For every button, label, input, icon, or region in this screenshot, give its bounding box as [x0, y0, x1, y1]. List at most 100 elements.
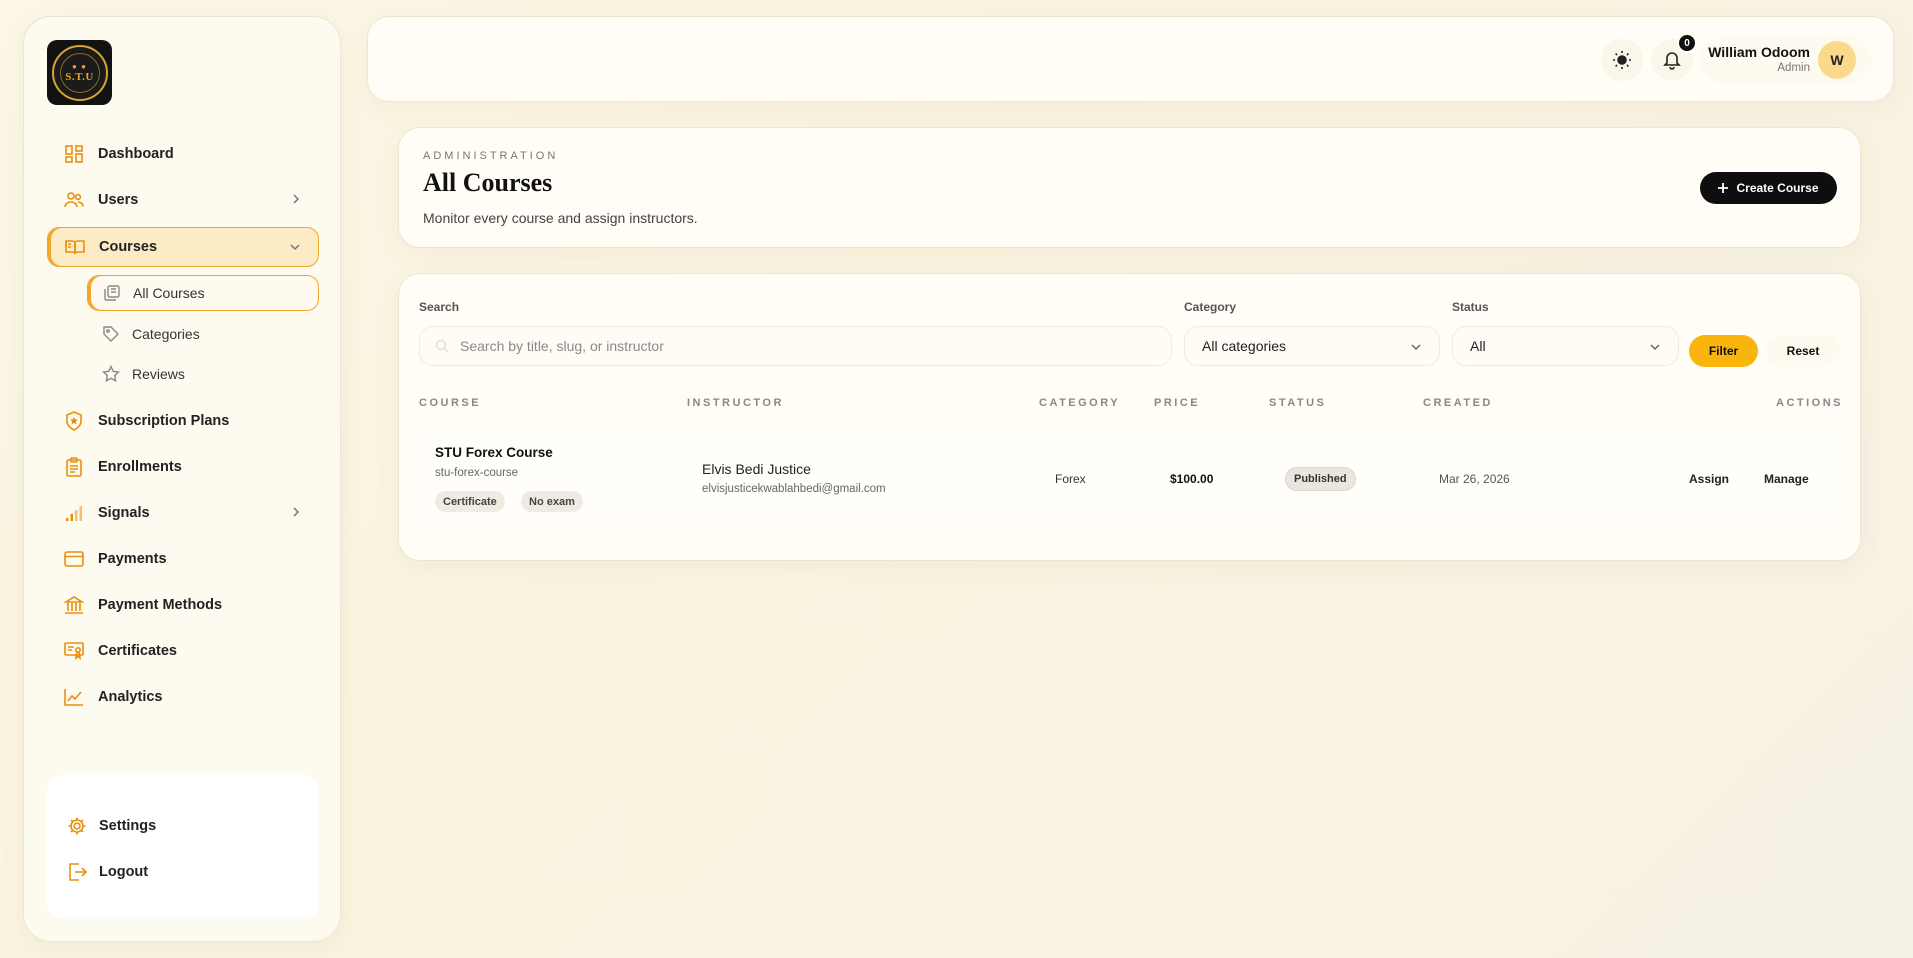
sidebar-item-label: Payment Methods	[98, 597, 223, 613]
sidebar-subitem-label: All Courses	[133, 285, 205, 301]
chevron-down-icon	[1411, 344, 1421, 351]
instructor-name: Elvis Bedi Justice	[702, 461, 811, 477]
chevron-right-icon	[293, 507, 300, 517]
page-eyebrow: ADMINISTRATION	[423, 150, 559, 162]
reset-button[interactable]: Reset	[1766, 335, 1840, 367]
dashboard-icon	[64, 144, 84, 164]
tag-icon	[102, 325, 120, 343]
stu-logo[interactable]: ● ● S.T.U	[47, 40, 112, 105]
sidebar-item-label: Certificates	[98, 643, 177, 659]
status-label: Status	[1452, 300, 1489, 314]
search-input[interactable]: Search by title, slug, or instructor	[419, 326, 1172, 366]
user-menu[interactable]: William Odoom Admin W	[1700, 37, 1872, 83]
course-category: Forex	[1055, 472, 1086, 486]
chart-line-icon	[64, 687, 84, 707]
instructor-email: elvisjusticekwablahbedi@gmail.com	[702, 483, 886, 495]
user-role: Admin	[1777, 62, 1810, 74]
course-title[interactable]: STU Forex Course	[435, 445, 553, 460]
column-header-instructor[interactable]: INSTRUCTOR	[687, 397, 784, 409]
create-course-label: Create Course	[1736, 181, 1819, 195]
search-icon	[434, 338, 450, 354]
column-header-price[interactable]: PRICE	[1154, 397, 1200, 409]
course-price: $100.00	[1170, 472, 1214, 486]
bank-icon	[64, 595, 84, 615]
copy-icon	[103, 284, 121, 302]
status-select[interactable]: All	[1452, 326, 1679, 366]
column-header-course[interactable]: COURSE	[419, 397, 481, 409]
page-header: ADMINISTRATION All Courses Monitor every…	[398, 127, 1861, 248]
sidebar-subitem-reviews[interactable]: Reviews	[87, 356, 319, 392]
sidebar-item-label: Analytics	[98, 689, 163, 705]
sidebar-item-users[interactable]: Users	[47, 180, 319, 220]
filter-button[interactable]: Filter	[1689, 335, 1758, 367]
plus-icon	[1718, 183, 1729, 193]
course-created-date: Mar 26, 2026	[1439, 472, 1510, 486]
settings-label: Settings	[99, 818, 157, 834]
sidebar-item-payments[interactable]: Payments	[47, 539, 319, 579]
sidebar-item-payment-methods[interactable]: Payment Methods	[47, 585, 319, 625]
course-slug: stu-forex-course	[435, 467, 519, 479]
courses-panel: Search Search by title, slug, or instruc…	[398, 273, 1861, 561]
status-badge: Published	[1285, 467, 1356, 491]
logout-button[interactable]: Logout	[67, 860, 148, 884]
manage-button[interactable]: Manage	[1764, 472, 1809, 486]
no-exam-chip: No exam	[521, 491, 583, 512]
chevron-down-icon	[1650, 344, 1660, 351]
column-header-actions: ACTIONS	[1776, 397, 1843, 409]
top-bar: 0 William Odoom Admin W	[367, 16, 1894, 102]
credit-card-icon	[64, 549, 84, 569]
notifications-button[interactable]: 0	[1651, 33, 1697, 81]
sun-icon	[1613, 51, 1631, 69]
user-name: William Odoom	[1708, 44, 1810, 60]
sidebar-item-signals[interactable]: Signals	[47, 493, 319, 533]
sidebar-subitem-label: Categories	[132, 326, 200, 342]
chevron-right-icon	[293, 194, 300, 204]
page-subtitle: Monitor every course and assign instruct…	[423, 210, 698, 226]
column-header-created[interactable]: CREATED	[1423, 397, 1493, 409]
sidebar-subitem-all-courses[interactable]: All Courses	[87, 275, 319, 311]
assign-button[interactable]: Assign	[1689, 472, 1729, 486]
avatar: W	[1818, 41, 1856, 79]
theme-toggle-button[interactable]	[1601, 39, 1643, 81]
notification-count-badge: 0	[1677, 33, 1697, 53]
certificate-icon	[64, 641, 84, 661]
sidebar-item-enrollments[interactable]: Enrollments	[47, 447, 319, 487]
create-course-button[interactable]: Create Course	[1700, 172, 1837, 204]
book-icon	[65, 237, 85, 257]
sidebar-item-label: Subscription Plans	[98, 413, 230, 429]
category-label: Category	[1184, 300, 1237, 314]
chevron-down-icon	[290, 244, 300, 251]
column-header-category[interactable]: CATEGORY	[1039, 397, 1120, 409]
search-label: Search	[419, 300, 460, 314]
logout-icon	[67, 862, 87, 882]
sidebar-subitem-categories[interactable]: Categories	[87, 316, 319, 352]
sidebar-item-label: Users	[98, 192, 139, 208]
clipboard-icon	[64, 457, 84, 477]
shield-star-icon	[64, 411, 84, 431]
gear-icon	[67, 816, 87, 836]
star-icon	[102, 365, 120, 383]
page-title: All Courses	[423, 168, 553, 197]
sidebar-item-label: Signals	[98, 505, 150, 521]
sidebar-item-label: Enrollments	[98, 459, 182, 475]
sidebar-item-label: Payments	[98, 551, 167, 567]
table-row: STU Forex Course stu-forex-course Certif…	[419, 431, 1840, 526]
status-selected-value: All	[1470, 338, 1486, 354]
sidebar-item-analytics[interactable]: Analytics	[47, 677, 319, 717]
settings-button[interactable]: Settings	[67, 814, 156, 838]
sidebar-item-certificates[interactable]: Certificates	[47, 631, 319, 671]
sidebar-item-label: Courses	[99, 239, 158, 255]
sidebar-bottom-panel	[47, 775, 319, 919]
category-select[interactable]: All categories	[1184, 326, 1440, 366]
sidebar-item-dashboard[interactable]: Dashboard	[47, 134, 319, 174]
sidebar-item-label: Dashboard	[98, 146, 174, 162]
sidebar-item-courses[interactable]: Courses	[47, 227, 319, 267]
signal-bars-icon	[64, 503, 84, 523]
category-selected-value: All categories	[1202, 338, 1287, 354]
users-icon	[64, 190, 84, 210]
search-placeholder: Search by title, slug, or instructor	[460, 338, 664, 354]
column-header-status[interactable]: STATUS	[1269, 397, 1326, 409]
sidebar-item-subscription-plans[interactable]: Subscription Plans	[47, 401, 319, 441]
certificate-chip: Certificate	[435, 491, 505, 512]
bell-icon	[1663, 52, 1681, 70]
